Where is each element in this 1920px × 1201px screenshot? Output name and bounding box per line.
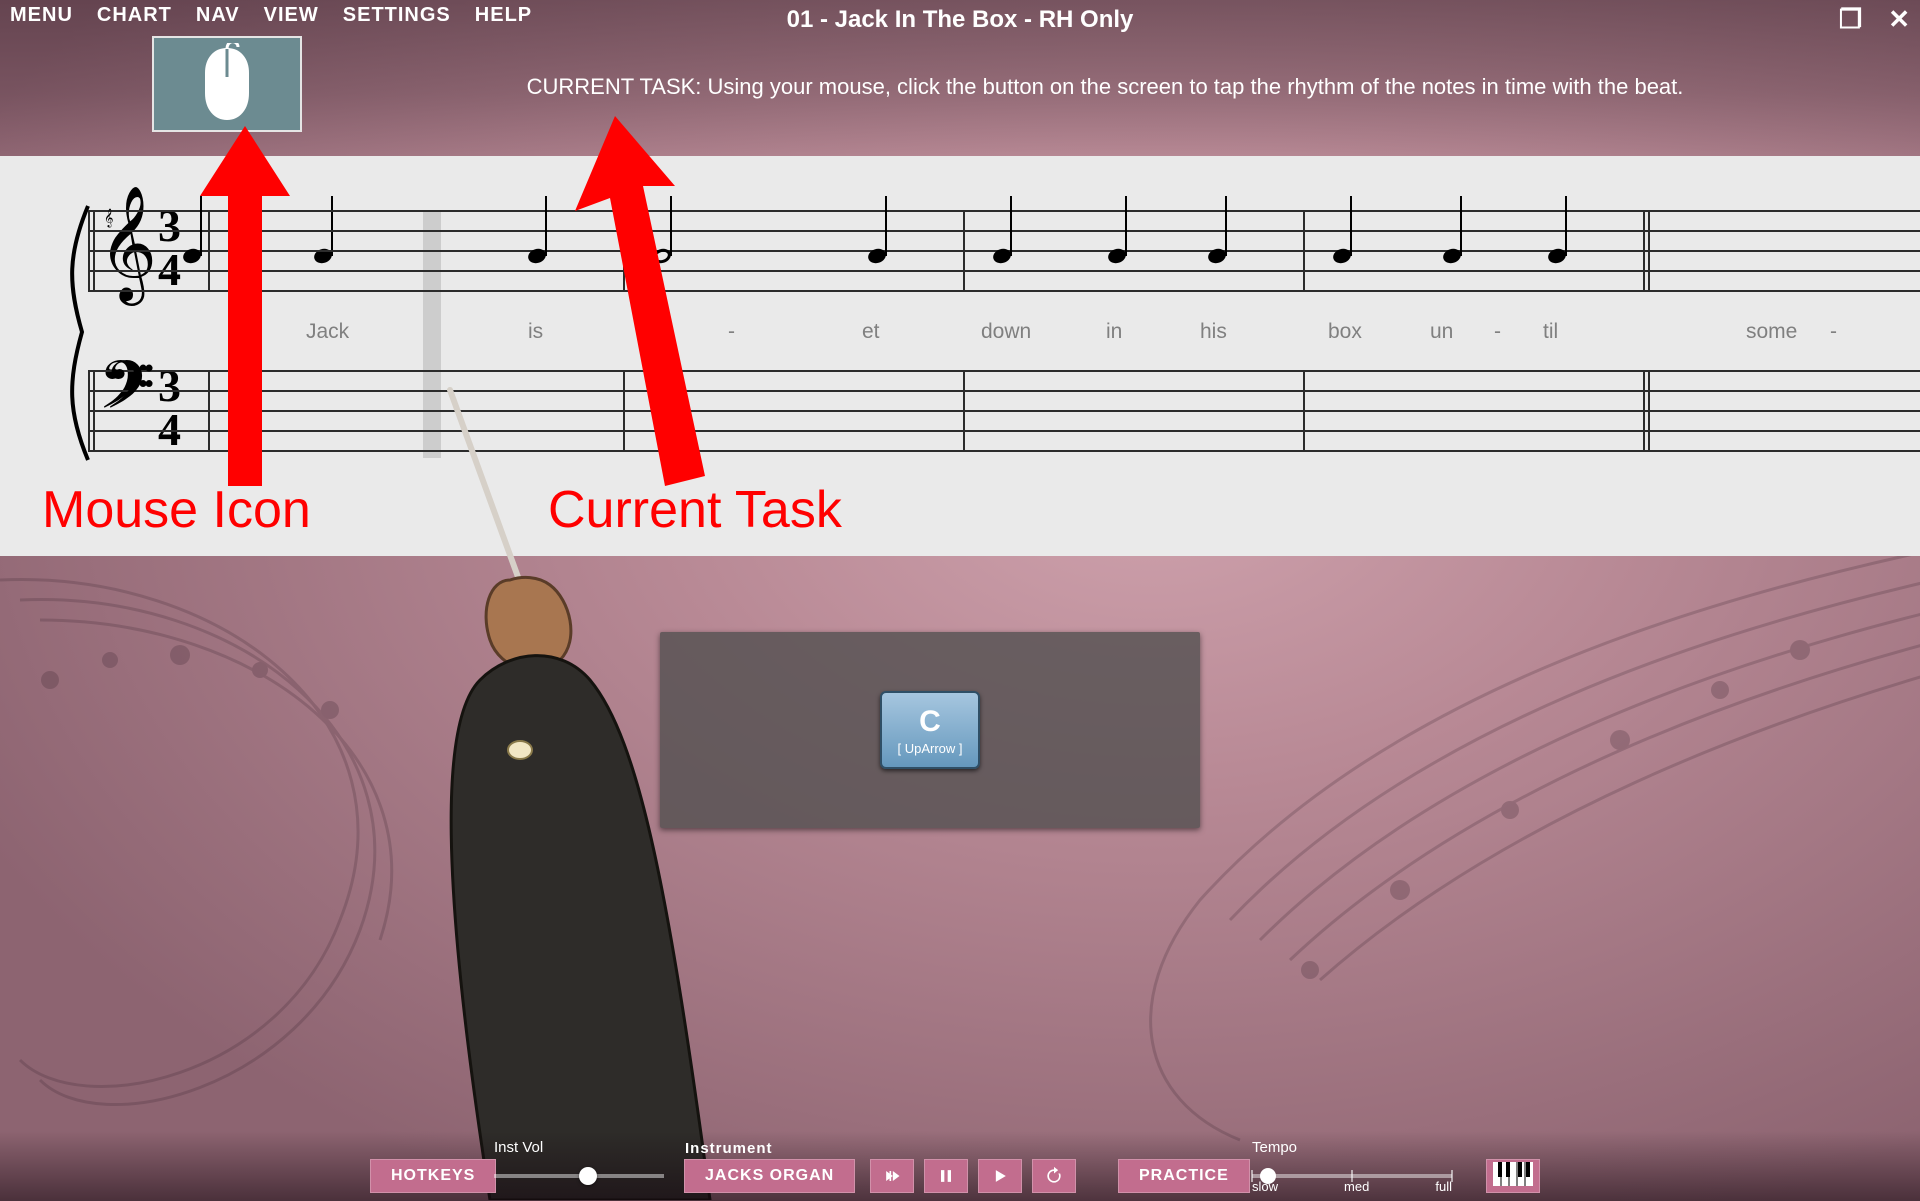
practice-button[interactable]: PRACTICE bbox=[1118, 1159, 1250, 1193]
input-mode-mouse-indicator[interactable] bbox=[152, 36, 302, 132]
lyric-syllable: is bbox=[528, 320, 543, 344]
note bbox=[183, 249, 201, 263]
lyric-syllable: down bbox=[981, 320, 1031, 344]
hotkeys-button[interactable]: HOTKEYS bbox=[370, 1159, 496, 1193]
tempo-mark-med: med bbox=[1344, 1179, 1369, 1194]
note bbox=[1208, 249, 1226, 263]
annotation-label-task: Current Task bbox=[548, 480, 842, 540]
annotation-label-mouse: Mouse Icon bbox=[42, 480, 311, 540]
lyric-syllable: in bbox=[1106, 320, 1122, 344]
note bbox=[528, 249, 546, 263]
barline bbox=[93, 370, 95, 452]
menu-item-nav[interactable]: NAV bbox=[196, 4, 240, 27]
bottom-toolbar: HOTKEYS Inst Vol Instrument JACKS ORGAN … bbox=[0, 1131, 1920, 1201]
annotation-arrow-current-task bbox=[555, 116, 725, 496]
instrument-label: Instrument bbox=[685, 1140, 773, 1157]
menu-item-menu[interactable]: MENU bbox=[10, 4, 73, 27]
barline bbox=[88, 210, 90, 292]
task-body: Using your mouse, click the button on th… bbox=[708, 74, 1684, 99]
rewind-button[interactable] bbox=[870, 1159, 914, 1193]
tap-note-button[interactable]: C [ UpArrow ] bbox=[880, 691, 980, 769]
menu-item-settings[interactable]: SETTINGS bbox=[343, 4, 451, 27]
loop-button[interactable] bbox=[1032, 1159, 1076, 1193]
decor-music-right bbox=[1080, 540, 1920, 1180]
tempo-label: Tempo bbox=[1252, 1139, 1297, 1156]
mouse-icon bbox=[200, 43, 254, 126]
barline bbox=[93, 210, 95, 292]
tap-rhythm-panel: C [ UpArrow ] bbox=[660, 632, 1200, 828]
decor-music-left bbox=[0, 560, 480, 1200]
tempo-mark-full: full bbox=[1435, 1179, 1452, 1194]
bass-clef-icon: 𝄢 bbox=[104, 350, 155, 441]
barline bbox=[963, 370, 965, 452]
barline bbox=[1648, 370, 1650, 452]
barline bbox=[1648, 210, 1650, 292]
lyric-syllable: - bbox=[728, 320, 735, 344]
lyric-syllable: box bbox=[1328, 320, 1362, 344]
note bbox=[1548, 249, 1566, 263]
lyric-syllable: some bbox=[1746, 320, 1797, 344]
tempo-mark-slow: slow bbox=[1252, 1179, 1278, 1194]
note bbox=[1108, 249, 1126, 263]
barline bbox=[1643, 370, 1645, 452]
treble-clef-icon: 𝄞 bbox=[104, 210, 113, 228]
lyrics-row-next: some - bbox=[1660, 320, 1920, 348]
piano-keys-icon bbox=[1493, 1162, 1533, 1191]
menu-item-chart[interactable]: CHART bbox=[97, 4, 172, 27]
window-close-button[interactable]: ✕ bbox=[1888, 4, 1910, 35]
lyric-syllable: un bbox=[1430, 320, 1453, 344]
pause-button[interactable] bbox=[924, 1159, 968, 1193]
play-button[interactable] bbox=[978, 1159, 1022, 1193]
lyric-syllable: et bbox=[862, 320, 880, 344]
bass-staff: 𝄢 3 4 bbox=[88, 370, 1920, 452]
barline bbox=[88, 370, 90, 452]
inst-vol-label: Inst Vol bbox=[494, 1139, 543, 1156]
barline bbox=[1643, 210, 1645, 292]
tempo-slider[interactable]: Tempo slow med full bbox=[1252, 1159, 1452, 1193]
task-prefix: CURRENT TASK: bbox=[527, 74, 702, 99]
barline bbox=[1303, 210, 1305, 292]
lyric-syllable: til bbox=[1543, 320, 1558, 344]
lyrics-row: Jackisqui-etdowninhisboxun-til bbox=[88, 320, 1920, 348]
lyric-syllable: his bbox=[1200, 320, 1227, 344]
main-menu: MENU CHART NAV VIEW SETTINGS HELP bbox=[10, 4, 532, 27]
barline bbox=[1303, 370, 1305, 452]
treble-staff: 𝄞 3 4 bbox=[88, 210, 1920, 292]
instrument-volume-slider[interactable]: Inst Vol bbox=[494, 1159, 664, 1193]
menu-item-help[interactable]: HELP bbox=[475, 4, 532, 27]
tap-note-hint: [ UpArrow ] bbox=[897, 741, 962, 756]
instrument-value: JACKS ORGAN bbox=[705, 1167, 834, 1185]
note bbox=[993, 249, 1011, 263]
lyric-syllable: - bbox=[1494, 320, 1501, 344]
barline bbox=[963, 210, 965, 292]
keyboard-view-button[interactable] bbox=[1486, 1159, 1540, 1193]
menu-item-view[interactable]: VIEW bbox=[264, 4, 319, 27]
annotation-arrow-mouse-icon bbox=[200, 126, 290, 486]
staff-brace-icon bbox=[64, 204, 90, 462]
window-restore-button[interactable]: ❐ bbox=[1839, 4, 1862, 35]
note bbox=[1333, 249, 1351, 263]
tap-note-label: C bbox=[919, 705, 941, 739]
note bbox=[868, 249, 886, 263]
lyric-syllable: Jack bbox=[306, 320, 349, 344]
note bbox=[1443, 249, 1461, 263]
lyric-syllable: - bbox=[1830, 320, 1837, 344]
instrument-select[interactable]: Instrument JACKS ORGAN bbox=[684, 1159, 855, 1193]
current-task-text: CURRENT TASK: Using your mouse, click th… bbox=[470, 72, 1740, 102]
